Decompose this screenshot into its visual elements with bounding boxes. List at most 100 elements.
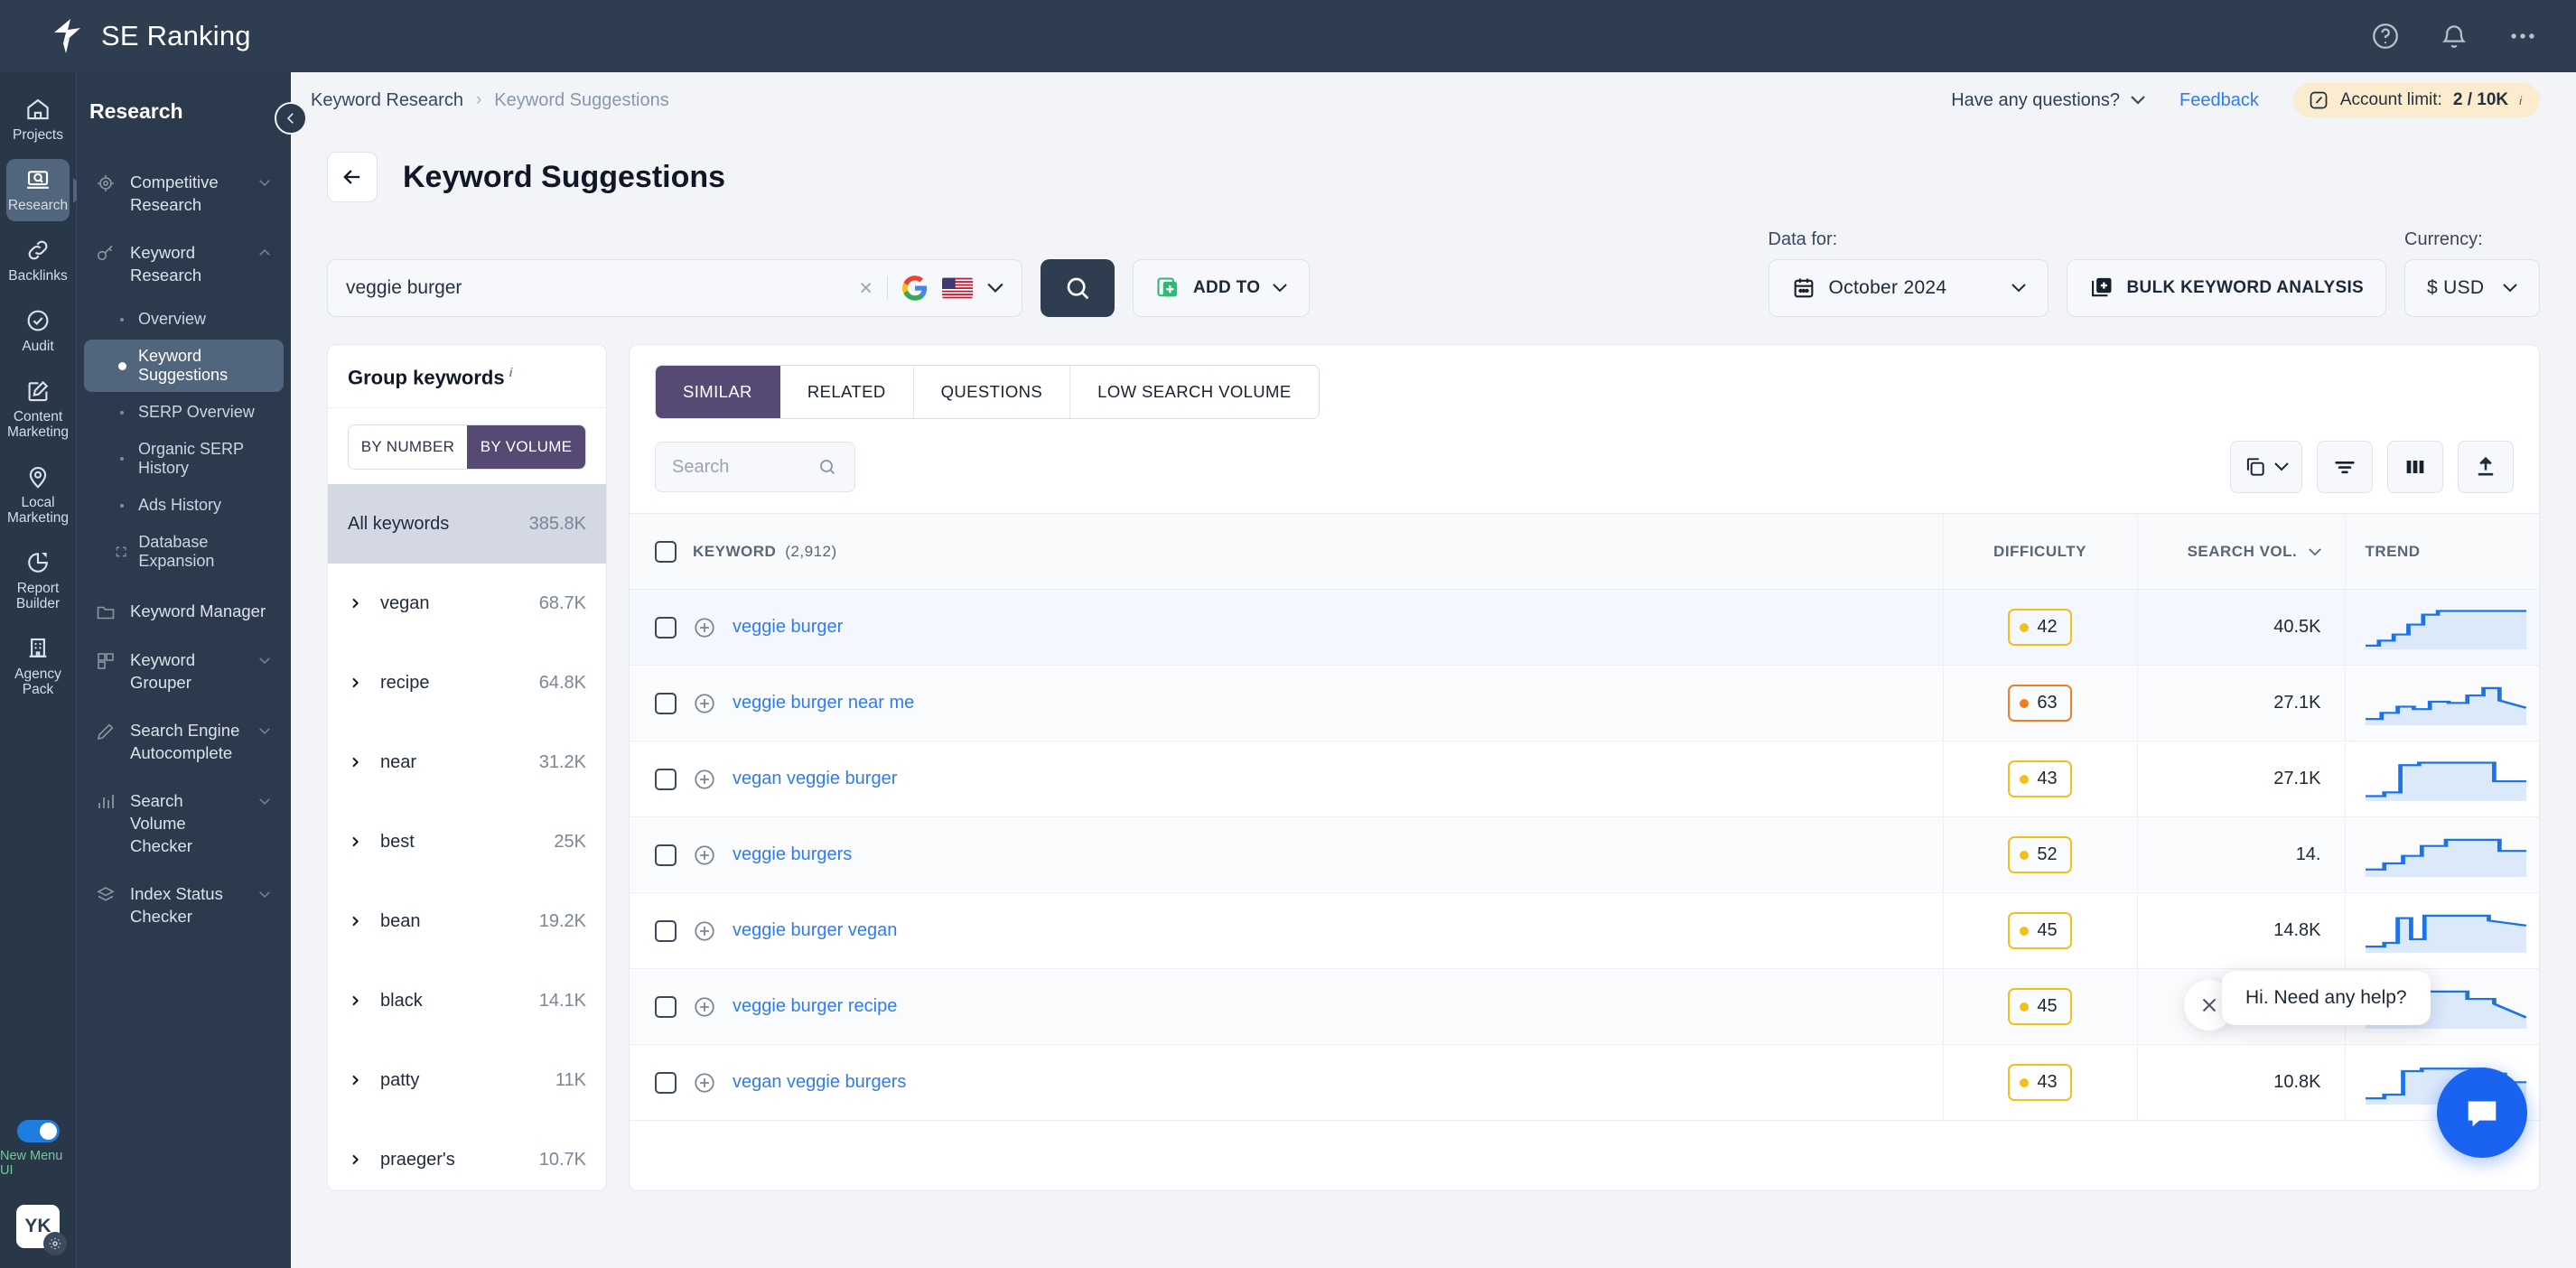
data-for-label: Data for: <box>1768 229 1838 249</box>
settings-badge[interactable] <box>43 1232 67 1255</box>
tab-similar[interactable]: SIMILAR <box>656 366 780 418</box>
group-row[interactable]: bean 19.2K <box>328 881 606 961</box>
avatar-group[interactable]: YK <box>16 1205 67 1255</box>
group-row[interactable]: patty 11K <box>328 1040 606 1120</box>
sidebar-item-ads-history[interactable]: Ads History <box>84 489 284 522</box>
more-horizontal-icon[interactable] <box>2507 21 2538 51</box>
results-search-box[interactable]: Search <box>655 442 855 492</box>
row-checkbox[interactable] <box>655 768 677 790</box>
new-menu-ui-toggle-group[interactable]: New Menu UI <box>0 1120 76 1178</box>
keyword-search-box[interactable]: veggie burger × <box>327 259 1022 317</box>
export-button[interactable] <box>2458 441 2514 493</box>
help-circle-icon[interactable] <box>2370 21 2401 51</box>
group-row[interactable]: vegan 68.7K <box>328 564 606 643</box>
group-row[interactable]: praeger's 10.7K <box>328 1120 606 1190</box>
column-difficulty[interactable]: DIFFICULTY <box>1942 513 2137 590</box>
table-row[interactable]: veggie burger near me 63 27.1K <box>630 665 2539 741</box>
sidebar-item-agency-pack[interactable]: Agency Pack <box>6 628 70 705</box>
plus-circle-icon[interactable] <box>693 768 716 791</box>
info-icon[interactable]: i <box>2519 94 2522 107</box>
sidebar-item-projects[interactable]: Projects <box>6 89 70 151</box>
row-checkbox[interactable] <box>655 919 677 942</box>
plus-circle-icon[interactable] <box>693 919 716 943</box>
results-search-input[interactable]: Search <box>672 457 807 478</box>
table-row[interactable]: veggie burger vegan 45 14.8K <box>630 892 2539 969</box>
table-row[interactable]: vegan veggie burgers 43 10.8K <box>630 1044 2539 1121</box>
keyword-link[interactable]: veggie burger recipe <box>733 996 897 1017</box>
nav-group-search-volume-checker[interactable]: Search Volume Checker <box>84 780 284 866</box>
chat-launcher-button[interactable] <box>2437 1068 2527 1158</box>
collapse-sidebar-button[interactable] <box>275 102 307 135</box>
tab-related[interactable]: RELATED <box>779 366 914 418</box>
keyword-link[interactable]: veggie burger near me <box>733 693 914 713</box>
search-button[interactable] <box>1041 259 1115 317</box>
sidebar-item-keyword-suggestions[interactable]: Keyword Suggestions <box>84 340 284 392</box>
nav-group-search-engine-autocomplete[interactable]: Search Engine Autocomplete <box>84 710 284 773</box>
keyword-link[interactable]: veggie burgers <box>733 844 852 865</box>
row-checkbox[interactable] <box>655 692 677 714</box>
keyword-link[interactable]: vegan veggie burger <box>733 769 897 789</box>
chat-message-bubble[interactable]: Hi. Need any help? <box>2222 971 2431 1025</box>
copy-button[interactable] <box>2230 441 2302 493</box>
sidebar-item-organic-serp-history[interactable]: Organic SERP History <box>84 433 284 485</box>
table-row[interactable]: veggie burger 42 40.5K <box>630 589 2539 666</box>
group-row[interactable]: best 25K <box>328 802 606 881</box>
row-checkbox[interactable] <box>655 616 677 639</box>
sidebar-item-local-marketing[interactable]: Local Marketing <box>6 456 70 534</box>
info-icon[interactable]: i <box>509 365 513 379</box>
table-row[interactable]: veggie burgers 52 14. <box>630 816 2539 893</box>
bulk-keyword-analysis-button[interactable]: BULK KEYWORD ANALYSIS <box>2066 259 2386 317</box>
have-questions-dropdown[interactable]: Have any questions? <box>1951 90 2145 111</box>
keyword-link[interactable]: veggie burger <box>733 617 843 638</box>
feedback-link[interactable]: Feedback <box>2179 90 2259 111</box>
group-row[interactable]: near 31.2K <box>328 723 606 802</box>
row-checkbox[interactable] <box>655 995 677 1018</box>
sidebar-item-research[interactable]: Research <box>6 159 70 221</box>
select-all-checkbox[interactable] <box>655 540 677 563</box>
tab-questions[interactable]: QUESTIONS <box>913 366 1071 418</box>
brand[interactable]: SE Ranking <box>0 18 251 54</box>
bell-icon[interactable] <box>2439 21 2469 51</box>
group-row[interactable]: recipe 64.8K <box>328 643 606 723</box>
sidebar-item-overview[interactable]: Overview <box>84 303 284 336</box>
new-menu-ui-toggle[interactable] <box>16 1120 60 1142</box>
chevron-down-icon[interactable] <box>987 283 1003 294</box>
clear-icon[interactable]: × <box>859 275 873 302</box>
nav-group-index-status-checker[interactable]: Index Status Checker <box>84 873 284 937</box>
currency-select[interactable]: $ USD <box>2404 259 2540 317</box>
row-checkbox[interactable] <box>655 844 677 866</box>
breadcrumb-keyword-research[interactable]: Keyword Research <box>311 90 463 111</box>
tab-by-number[interactable]: BY NUMBER <box>349 425 467 470</box>
plus-circle-icon[interactable] <box>693 1071 716 1095</box>
table-row[interactable]: vegan veggie burger 43 27.1K <box>630 741 2539 817</box>
sidebar-item-audit[interactable]: Audit <box>6 300 70 362</box>
column-search-volume[interactable]: SEARCH VOL. <box>2136 513 2345 590</box>
plus-circle-icon[interactable] <box>693 616 716 639</box>
plus-circle-icon[interactable] <box>693 692 716 715</box>
sidebar-item-content-marketing[interactable]: Content Marketing <box>6 370 70 448</box>
plus-circle-icon[interactable] <box>693 844 716 867</box>
columns-button[interactable] <box>2387 441 2443 493</box>
back-button[interactable] <box>327 152 378 202</box>
keyword-search-input[interactable]: veggie burger <box>346 277 845 299</box>
group-row[interactable]: black 14.1K <box>328 961 606 1040</box>
group-row-all-keywords[interactable]: All keywords 385.8K <box>328 484 606 564</box>
tab-by-volume[interactable]: BY VOLUME <box>467 425 585 470</box>
filter-button[interactable] <box>2317 441 2373 493</box>
sidebar-item-serp-overview[interactable]: SERP Overview <box>84 396 284 429</box>
nav-group-competitive-research[interactable]: Competitive Research <box>84 162 284 225</box>
sidebar-item-backlinks[interactable]: Backlinks <box>6 229 70 292</box>
tab-low-search-volume[interactable]: LOW SEARCH VOLUME <box>1070 366 1319 418</box>
keyword-link[interactable]: veggie burger vegan <box>733 920 897 941</box>
keyword-link[interactable]: vegan veggie burgers <box>733 1072 906 1093</box>
nav-group-keyword-grouper[interactable]: Keyword Grouper <box>84 639 284 703</box>
add-to-button[interactable]: ADD TO <box>1133 259 1311 317</box>
plus-circle-icon[interactable] <box>693 995 716 1019</box>
account-limit-badge[interactable]: Account limit: 2 / 10K i <box>2292 83 2540 117</box>
nav-group-keyword-manager[interactable]: Keyword Manager <box>84 591 284 632</box>
sidebar-item-report-builder[interactable]: Report Builder <box>6 542 70 620</box>
row-checkbox[interactable] <box>655 1071 677 1094</box>
nav-group-keyword-research[interactable]: Keyword Research <box>84 232 284 295</box>
data-for-select[interactable]: October 2024 <box>1768 259 2049 317</box>
sidebar-item-database-expansion[interactable]: Database Expansion <box>84 526 284 578</box>
